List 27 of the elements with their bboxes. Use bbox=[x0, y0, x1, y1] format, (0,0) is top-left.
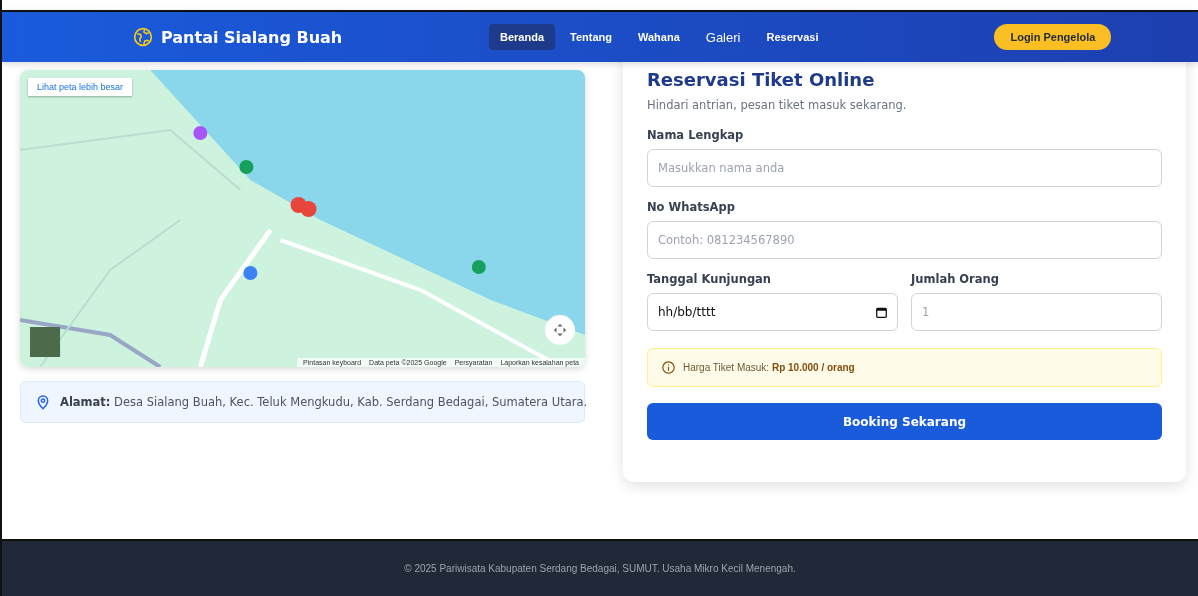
nav-link[interactable]: Reservasi bbox=[755, 24, 830, 50]
nav-link[interactable]: Tentang bbox=[559, 24, 623, 50]
calendar-icon bbox=[876, 306, 887, 318]
nav-link[interactable]: Galeri bbox=[694, 22, 752, 52]
form-title: Reservasi Tiket Online bbox=[647, 69, 876, 90]
globe-icon bbox=[133, 27, 153, 47]
form-subtitle: Hindari antrian, pesan tiket masuk sekarang. bbox=[647, 98, 908, 112]
info-icon bbox=[662, 361, 675, 374]
login-button[interactable]: Login Pengelola bbox=[994, 24, 1112, 50]
expand-icon bbox=[553, 323, 567, 337]
larger-map-link[interactable]: Lihat peta lebih besar bbox=[28, 78, 133, 96]
date-field[interactable]: hh/bb/tttt bbox=[647, 293, 898, 331]
booking-button[interactable]: Booking Sekarang bbox=[647, 403, 1162, 440]
field-label: Jumlah Orang bbox=[911, 272, 1000, 286]
nav-link[interactable]: Wahana bbox=[627, 24, 691, 50]
field-label: Nama Lengkap bbox=[647, 128, 745, 142]
site-title: Pantai Sialang Buah bbox=[161, 27, 343, 47]
location-pin-icon bbox=[35, 394, 51, 410]
field-label: No WhatsApp bbox=[647, 200, 736, 214]
input-field[interactable]: 1 bbox=[911, 293, 1162, 331]
field-label: Tanggal Kunjungan bbox=[647, 272, 773, 286]
price-text: Harga Tiket Masuk: Rp 10.000 / orang bbox=[683, 362, 855, 373]
copyright-text: © 2025 Pariwisata Kabupaten Serdang Bedagai, SUMUT. Usaha Mikro Kecil Menengah. bbox=[404, 563, 796, 575]
address-text: Alamat: Desa Sialang Buah, Kec. Teluk Mengkudu, Kab. Serdang Bedagai, Sumatera Utara. bbox=[60, 395, 588, 409]
input-field[interactable]: Contoh: 081234567890 bbox=[647, 221, 1162, 259]
input-field[interactable]: Masukkan nama anda bbox=[647, 149, 1162, 187]
nav-link[interactable]: Beranda bbox=[489, 24, 556, 50]
